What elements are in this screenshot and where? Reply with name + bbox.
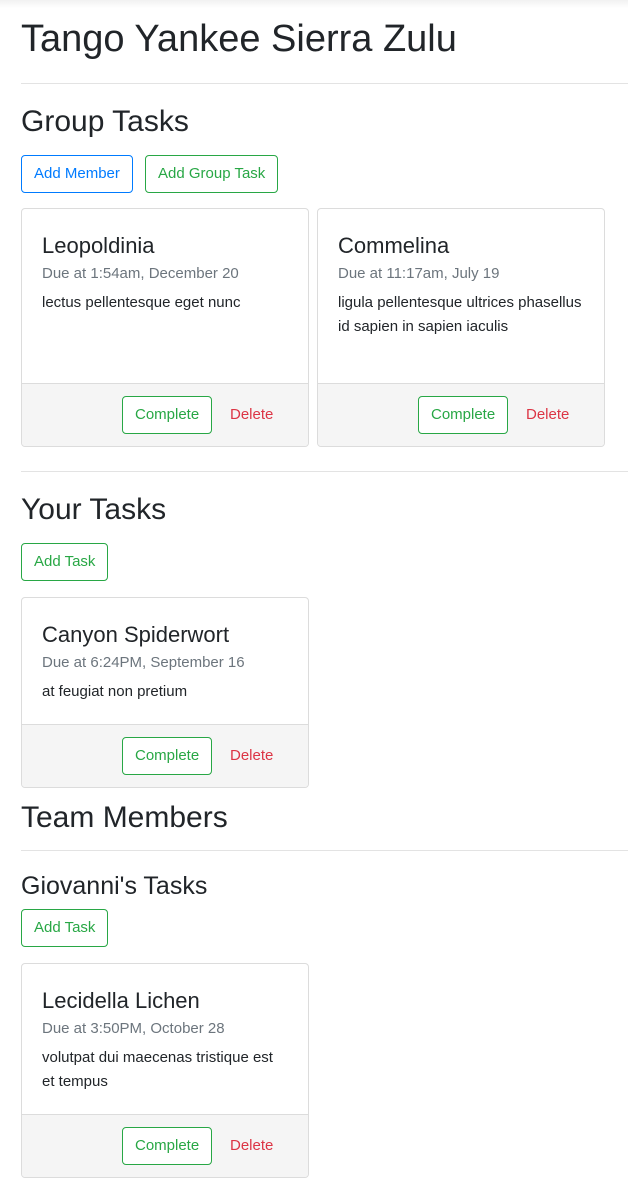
- add-group-task-button[interactable]: Add Group Task: [145, 155, 279, 193]
- task-title: Leopoldinia: [42, 233, 155, 258]
- task-due-date: Due at 1:54am, December 20: [42, 265, 239, 282]
- task-due-date: Due at 3:50PM, October 28: [42, 1020, 225, 1037]
- card-footer: Complete Delete: [22, 383, 308, 446]
- delete-button[interactable]: Delete: [218, 1127, 285, 1165]
- task-card: Canyon Spiderwort Due at 6:24PM, Septemb…: [21, 597, 309, 788]
- task-description: volutpat dui maecenas tristique est et t…: [42, 1049, 273, 1090]
- task-due-date: Due at 11:17am, July 19: [338, 265, 500, 282]
- card-footer: Complete Delete: [318, 383, 604, 446]
- top-shadow: [0, 0, 628, 8]
- card-body: Commelina Due at 11:17am, July 19 ligula…: [318, 209, 604, 339]
- add-task-button[interactable]: Add Task: [21, 909, 109, 947]
- group-tasks-heading: Group Tasks: [21, 105, 189, 138]
- task-due-date: Due at 6:24PM, September 16: [42, 654, 245, 671]
- page-title: Tango Yankee Sierra Zulu: [21, 18, 457, 60]
- card-body: Canyon Spiderwort Due at 6:24PM, Septemb…: [22, 598, 308, 704]
- complete-button[interactable]: Complete: [122, 737, 213, 775]
- complete-button[interactable]: Complete: [122, 396, 213, 434]
- card-body: Lecidella Lichen Due at 3:50PM, October …: [22, 964, 308, 1094]
- task-title: Lecidella Lichen: [42, 988, 200, 1013]
- task-description: lectus pellentesque eget nunc: [42, 294, 241, 311]
- task-description: ligula pellentesque ultrices phasellus i…: [338, 294, 582, 335]
- delete-button[interactable]: Delete: [514, 396, 581, 434]
- complete-button[interactable]: Complete: [122, 1127, 213, 1165]
- card-footer: Complete Delete: [22, 1114, 308, 1177]
- add-member-button[interactable]: Add Member: [21, 155, 133, 193]
- divider: [21, 83, 628, 84]
- delete-button[interactable]: Delete: [218, 396, 285, 434]
- task-title: Commelina: [338, 233, 450, 258]
- task-description: at feugiat non pretium: [42, 683, 188, 700]
- team-members-heading: Team Members: [21, 801, 228, 834]
- complete-button[interactable]: Complete: [418, 396, 509, 434]
- add-task-button[interactable]: Add Task: [21, 543, 109, 581]
- task-title: Canyon Spiderwort: [42, 622, 230, 647]
- divider: [21, 471, 628, 472]
- your-tasks-heading: Your Tasks: [21, 493, 167, 526]
- task-card: Leopoldinia Due at 1:54am, December 20 l…: [21, 208, 309, 447]
- delete-button[interactable]: Delete: [218, 737, 285, 775]
- member-tasks-heading: Giovanni's Tasks: [21, 872, 208, 900]
- task-card: Lecidella Lichen Due at 3:50PM, October …: [21, 963, 309, 1178]
- card-body: Leopoldinia Due at 1:54am, December 20 l…: [22, 209, 308, 315]
- card-footer: Complete Delete: [22, 724, 308, 787]
- divider: [21, 850, 628, 851]
- task-card: Commelina Due at 11:17am, July 19 ligula…: [317, 208, 605, 447]
